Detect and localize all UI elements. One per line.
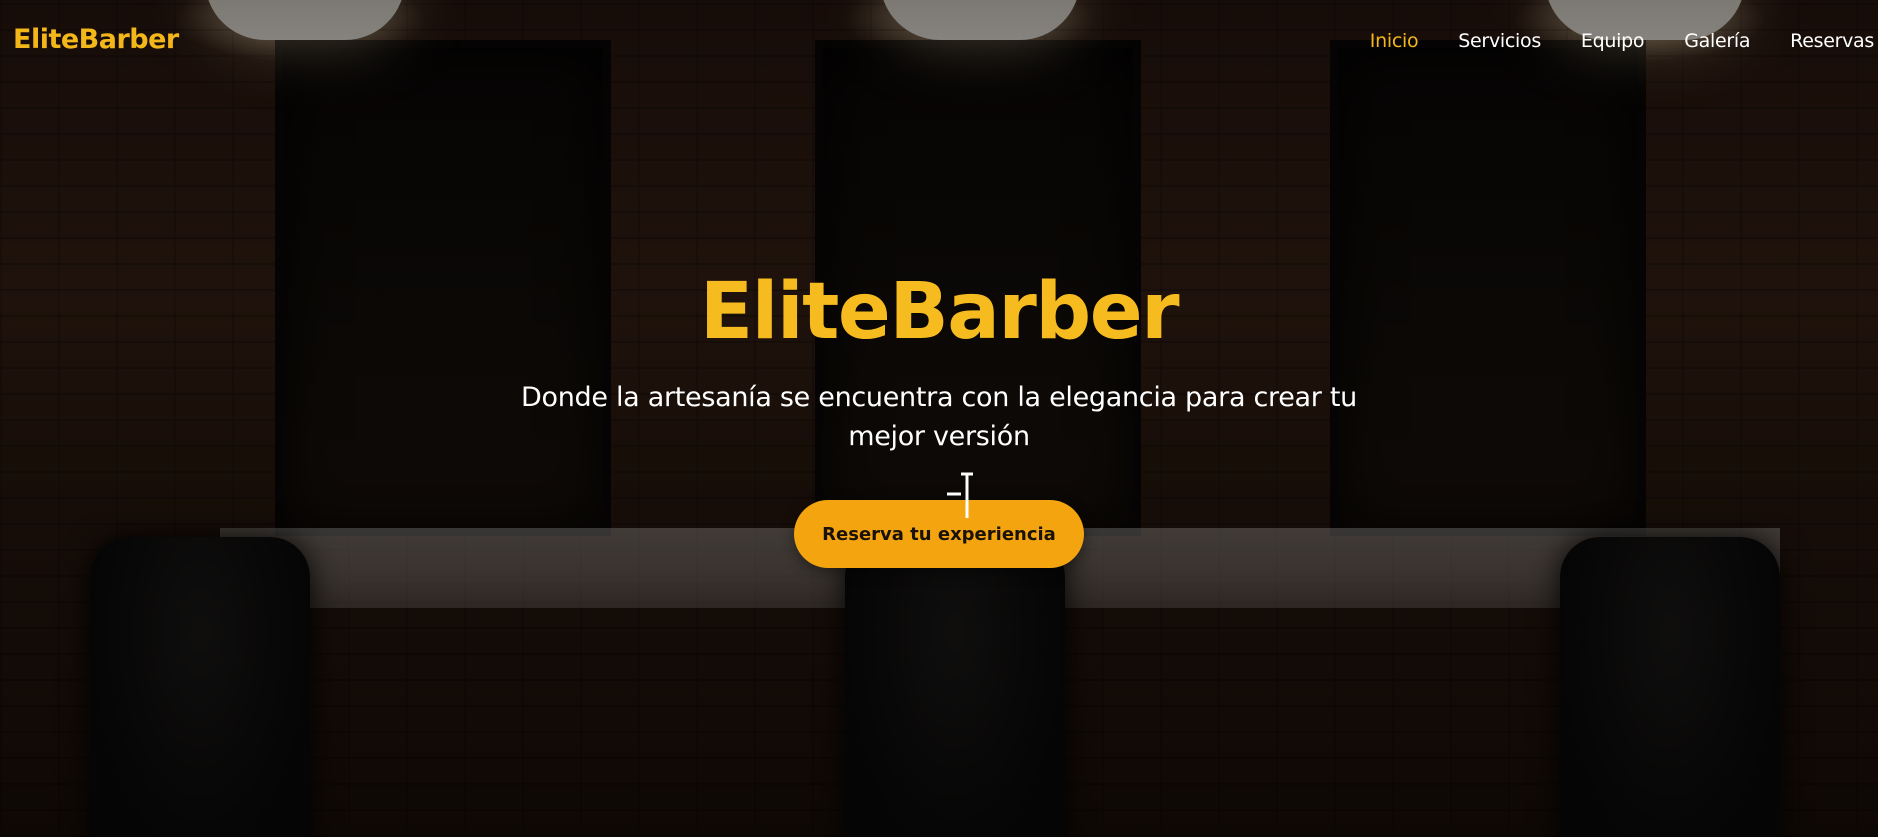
hero-title: EliteBarber — [699, 267, 1180, 357]
hero-subtitle: Donde la artesanía se encuentra con la e… — [521, 381, 1357, 452]
navbar: EliteBarber Inicio Servicios Equipo Gale… — [0, 0, 1878, 86]
nav-item-equipo[interactable]: Equipo — [1581, 30, 1645, 52]
text-cursor-icon — [947, 472, 973, 518]
nav-links: Inicio Servicios Equipo Galería Reservas — [1330, 30, 1875, 52]
nav-item-servicios[interactable]: Servicios — [1458, 30, 1541, 52]
reserve-button[interactable]: Reserva tu experiencia — [794, 500, 1084, 569]
brand-logo[interactable]: EliteBarber — [13, 24, 179, 55]
nav-item-galeria[interactable]: Galería — [1684, 30, 1750, 52]
hero-content: EliteBarber Donde la artesanía se encuen… — [0, 267, 1878, 569]
nav-item-reservas[interactable]: Reservas — [1790, 30, 1874, 52]
nav-item-inicio[interactable]: Inicio — [1370, 30, 1419, 52]
hero-section: EliteBarber Inicio Servicios Equipo Gale… — [0, 0, 1878, 837]
